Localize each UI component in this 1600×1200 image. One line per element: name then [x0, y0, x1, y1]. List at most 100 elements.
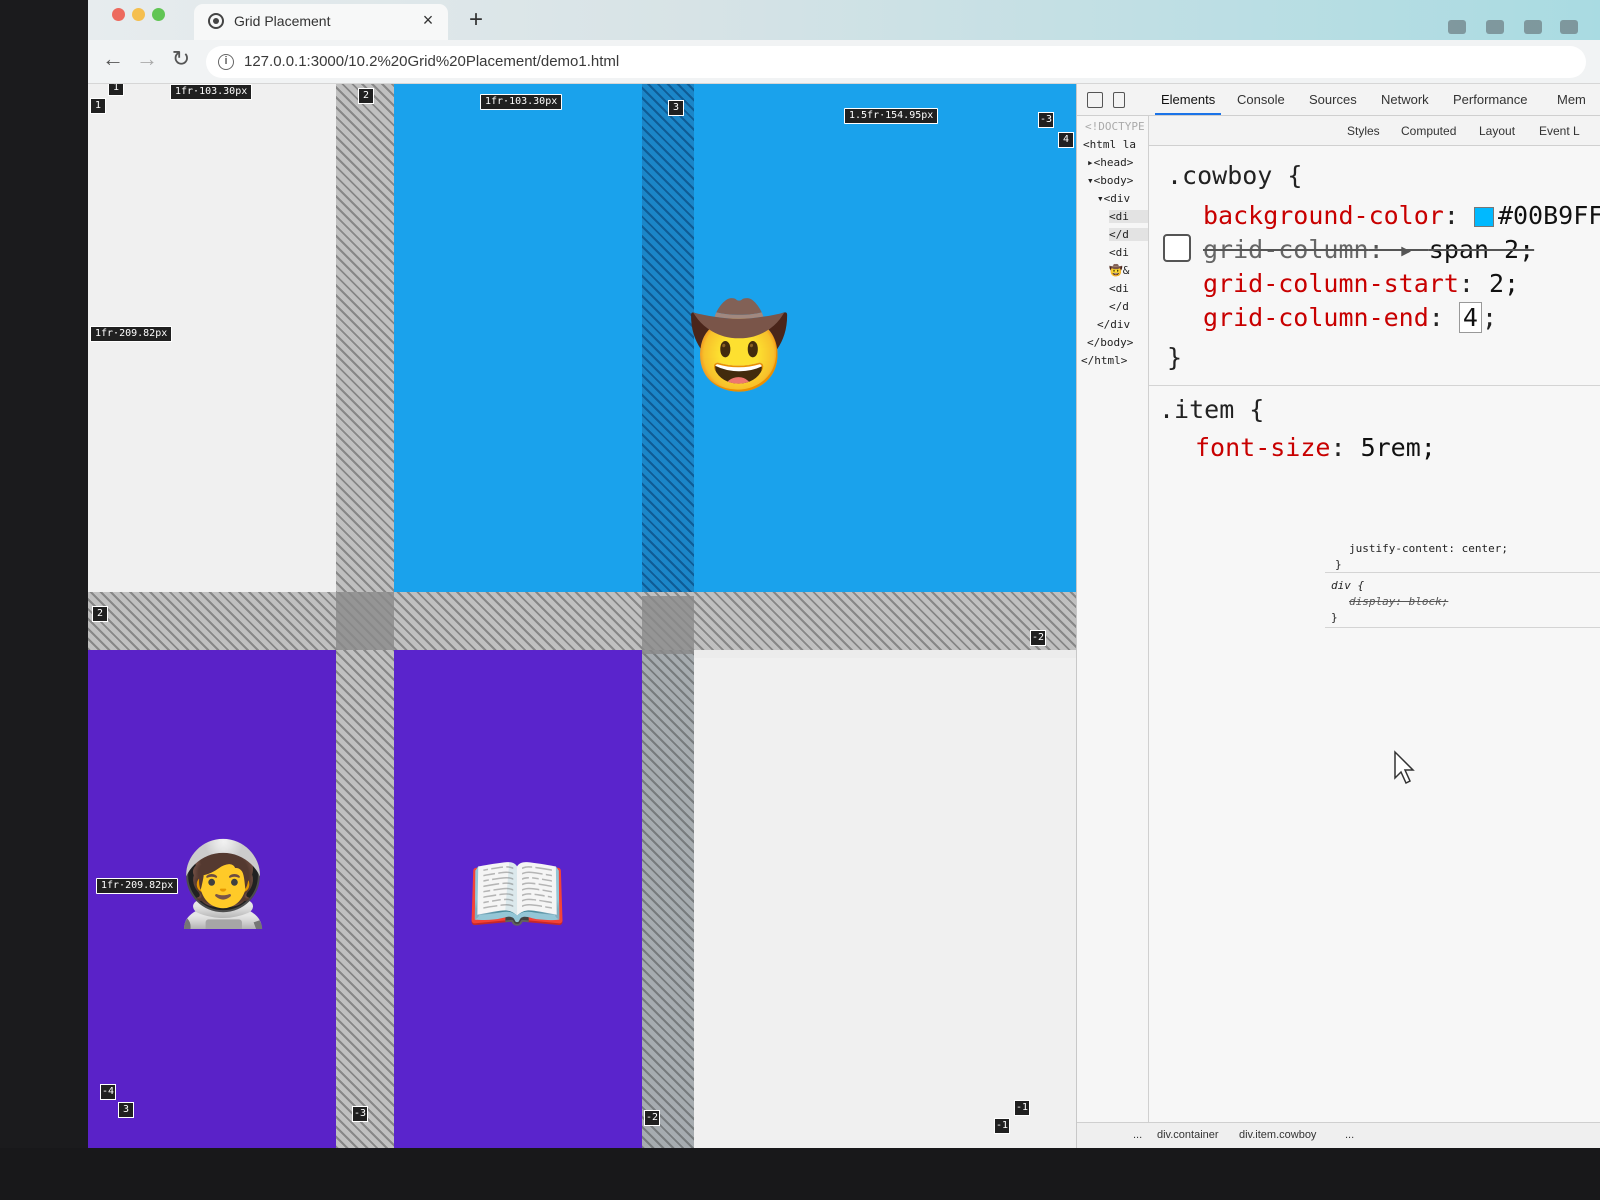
css-declaration-background-color[interactable]: background-color: #00B9FF [1203, 200, 1600, 231]
video-caption-area [0, 1148, 1600, 1200]
dom-breadcrumb: ... div.container div.item.cowboy ... [1077, 1122, 1600, 1148]
css-declaration-grid-column-start[interactable]: grid-column-start: 2; [1203, 268, 1519, 299]
color-swatch[interactable] [1473, 207, 1494, 227]
css-rule-close: } [1167, 343, 1183, 372]
mouse-pointer-icon [1394, 750, 1415, 785]
address-bar[interactable]: i 127.0.0.1:3000/10.2%20Grid%20Placement… [206, 46, 1586, 78]
track-size-label: 1fr·103.30px [480, 94, 563, 110]
page-viewport: 🤠 🧑‍🚀 📖 1fr·103.30px 1fr·103.30px 1.5fr·… [88, 84, 1076, 1148]
css-property: background-color [1203, 201, 1444, 230]
css-property: grid-column-start [1203, 269, 1459, 298]
grid-line-number: 2 [358, 88, 374, 104]
devtools-panel: Elements Console Sources Network Perform… [1076, 84, 1600, 1148]
css-value-editor[interactable]: 4 [1458, 302, 1482, 333]
styles-pane: .cowboy { background-color: #00B9FF grid… [1149, 146, 1600, 1122]
browser-toolbar: ← → ↻ i 127.0.0.1:3000/10.2%20Grid%20Pla… [88, 40, 1600, 84]
css-declaration-font-size[interactable]: font-size: 5rem; [1195, 432, 1436, 463]
breadcrumb-ellipsis[interactable]: ... [1345, 1129, 1354, 1141]
dom-node[interactable]: </div [1097, 318, 1130, 331]
colon: : [1330, 433, 1361, 462]
css-selector[interactable]: .cowboy { [1167, 160, 1302, 191]
screen: Grid Placement × + ← → ↻ i 127.0.0.1:300… [88, 0, 1600, 1148]
css-rule-close: } [1335, 558, 1342, 571]
back-button[interactable]: ← [100, 46, 126, 72]
grid-line-number: -3 [352, 1106, 368, 1122]
dom-node[interactable]: <di [1109, 210, 1148, 223]
grid-line-number: 1 [90, 98, 106, 114]
dom-node[interactable]: <di [1109, 282, 1129, 295]
tab-event-listeners[interactable]: Event L [1539, 124, 1580, 138]
reload-button[interactable]: ↻ [168, 46, 194, 72]
css-rule-cowboy: .cowboy { background-color: #00B9FF grid… [1149, 146, 1600, 386]
css-value: #00B9FF [1497, 201, 1600, 230]
dom-node[interactable]: <html la [1083, 138, 1136, 151]
breadcrumb-div-container[interactable]: div.container [1157, 1129, 1219, 1141]
dom-node[interactable]: </d [1109, 228, 1148, 241]
css-property: font-size [1195, 433, 1331, 462]
grid-line-number: 3 [118, 1102, 134, 1118]
css-declaration-grid-column-end[interactable]: grid-column-end: 4; [1203, 302, 1497, 333]
css-declaration-justify-content[interactable]: justify-content: center; [1349, 542, 1508, 555]
tab-close-icon[interactable]: × [418, 10, 438, 31]
tab-layout[interactable]: Layout [1479, 124, 1515, 138]
css-value: span 2; [1428, 235, 1535, 264]
maximize-window-button[interactable] [152, 8, 165, 21]
breadcrumb-ellipsis[interactable]: ... [1133, 1129, 1142, 1141]
tab-sources[interactable]: Sources [1309, 92, 1357, 107]
css-declaration-display[interactable]: display: block; [1349, 595, 1448, 608]
tab-computed[interactable]: Computed [1401, 124, 1456, 138]
track-size-label: 1.5fr·154.95px [844, 108, 939, 124]
dom-node[interactable]: ▾<div [1097, 192, 1130, 205]
close-window-button[interactable] [112, 8, 125, 21]
css-selector[interactable]: div { [1331, 579, 1364, 592]
semicolon: ; [1481, 303, 1498, 332]
grid-line-number: 1 [108, 84, 124, 96]
profile-icon[interactable] [1560, 20, 1578, 34]
colon: : [1428, 303, 1459, 332]
dom-node[interactable]: </d [1109, 300, 1129, 313]
tab-elements[interactable]: Elements [1154, 92, 1222, 115]
minimize-window-button[interactable] [132, 8, 145, 21]
info-icon[interactable]: i [218, 54, 234, 70]
dom-node[interactable]: <di [1109, 246, 1129, 259]
tab-styles[interactable]: Styles [1347, 124, 1380, 138]
notification-icon[interactable] [1448, 20, 1466, 34]
browser-tabbar: Grid Placement × + [88, 0, 1600, 40]
new-tab-button[interactable]: + [464, 6, 488, 34]
dom-node[interactable]: ▾<body> [1087, 174, 1133, 187]
dom-node[interactable]: </html> [1081, 354, 1127, 367]
device-toolbar-icon[interactable] [1113, 92, 1125, 108]
breadcrumb-div-item-cowboy[interactable]: div.item.cowboy [1239, 1129, 1316, 1141]
cast-icon[interactable] [1486, 20, 1504, 34]
colon: : [1458, 269, 1489, 298]
grid-line-number: -1 [994, 1118, 1010, 1134]
extension-icon[interactable] [1524, 20, 1542, 34]
tab-performance[interactable]: Performance [1453, 92, 1527, 107]
grid-row-gap [88, 592, 1076, 650]
dom-node[interactable]: </body> [1087, 336, 1133, 349]
css-declaration-grid-column[interactable]: grid-column: ▸ span 2; [1203, 234, 1534, 265]
colon: : [1443, 201, 1474, 230]
grid-gap-intersection [336, 592, 394, 650]
grid-line-number: -4 [100, 1084, 116, 1100]
css-selector[interactable]: .item { [1159, 394, 1264, 425]
dom-node[interactable]: 🤠& [1109, 264, 1129, 277]
declaration-toggle-checkbox[interactable] [1163, 234, 1191, 262]
tab-console[interactable]: Console [1237, 92, 1285, 107]
forward-button[interactable]: → [134, 46, 160, 72]
dom-node[interactable]: ▸<head> [1087, 156, 1133, 169]
grid-line-number: 4 [1058, 132, 1074, 148]
grid-line-number: -1 [1014, 1100, 1030, 1116]
dom-node[interactable]: <!DOCTYPE html> [1085, 120, 1148, 133]
tab-network[interactable]: Network [1381, 92, 1429, 107]
styles-subtabs: Styles Computed Layout Event L [1149, 116, 1600, 146]
grid-line-number: -2 [644, 1110, 660, 1126]
track-size-label: 1fr·103.30px [170, 84, 253, 100]
url-text[interactable]: 127.0.0.1:3000/10.2%20Grid%20Placement/d… [244, 53, 619, 70]
monitor: Grid Placement × + ← → ↻ i 127.0.0.1:300… [0, 0, 1600, 1200]
inspect-element-icon[interactable] [1087, 92, 1103, 108]
devtools-tabbar: Elements Console Sources Network Perform… [1077, 84, 1600, 116]
tab-memory[interactable]: Mem [1557, 92, 1586, 107]
tab-grid-placement[interactable]: Grid Placement × [194, 4, 448, 40]
css-value: 2; [1488, 269, 1520, 298]
